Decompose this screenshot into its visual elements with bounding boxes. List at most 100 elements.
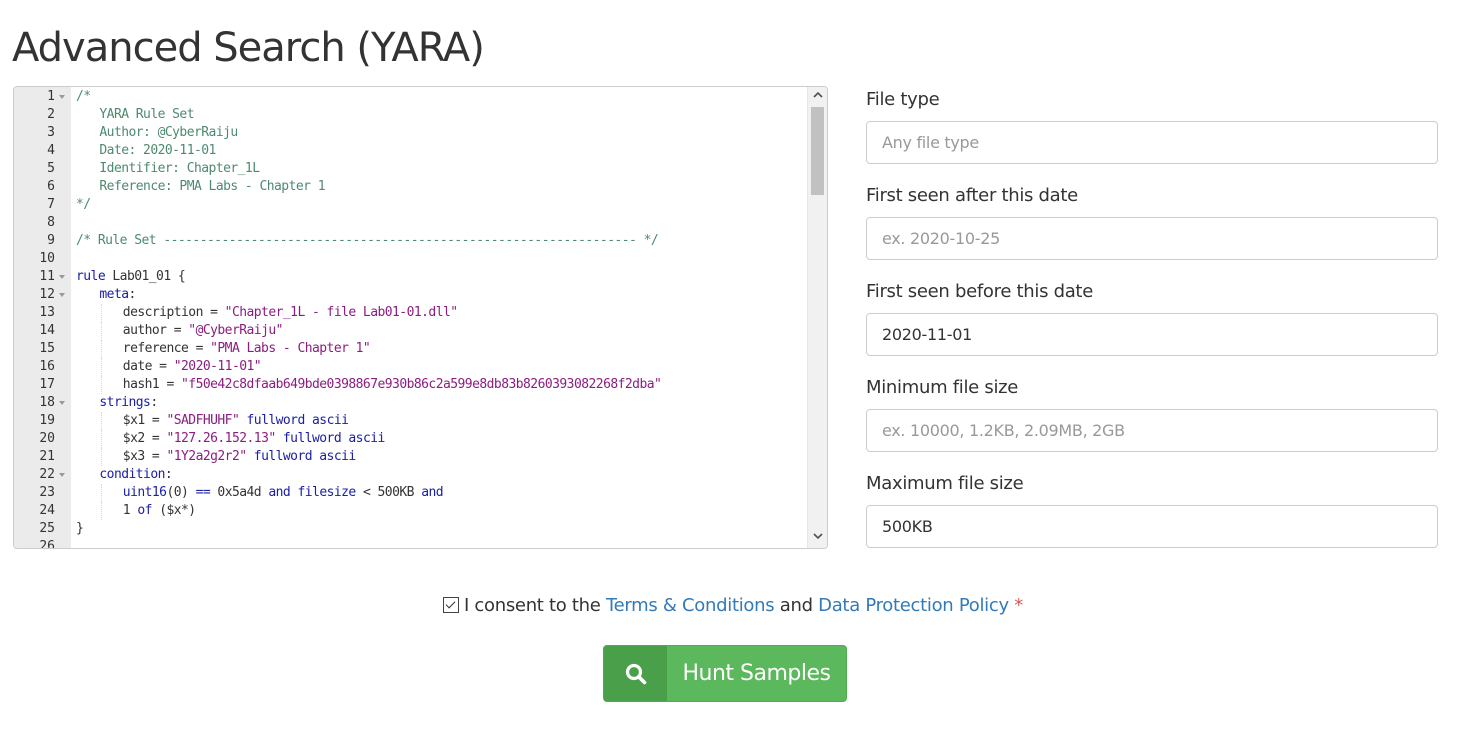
- first-seen-after-input[interactable]: [866, 217, 1438, 260]
- indent-guide: [101, 448, 103, 466]
- code-line[interactable]: 19 $x1 = "SADFHUHF" fullword ascii: [14, 412, 807, 430]
- code-token: description =: [122, 305, 225, 320]
- terms-conditions-link[interactable]: Terms & Conditions: [606, 595, 775, 616]
- fold-arrow-icon[interactable]: [59, 275, 65, 279]
- editor-lines[interactable]: 1 /* 2 YARA Rule Set 3 Author: @CyberRaiju 4 Da…: [14, 88, 807, 549]
- line-number: 2: [47, 107, 55, 122]
- code-token: and: [268, 485, 291, 500]
- scroll-thumb[interactable]: [811, 107, 824, 195]
- code-token: "SADFHUHF": [166, 413, 240, 428]
- code-line[interactable]: 1 /*: [14, 88, 807, 106]
- code-token: meta: [99, 287, 129, 302]
- code-line[interactable]: 9 /* Rule Set ---------------------------…: [14, 232, 807, 250]
- code-line[interactable]: 4 Date: 2020-11-01: [14, 142, 807, 160]
- code-line[interactable]: 10: [14, 250, 807, 268]
- code-line[interactable]: 26: [14, 538, 807, 549]
- code-line[interactable]: 15 reference = "PMA Labs - Chapter 1": [14, 340, 807, 358]
- hunt-samples-button[interactable]: Hunt Samples: [603, 645, 847, 702]
- code-line[interactable]: 7 */: [14, 196, 807, 214]
- first-seen-before-label: First seen before this date: [866, 281, 1093, 302]
- code-line[interactable]: 2 YARA Rule Set: [14, 106, 807, 124]
- code-text: 1 of ($x*): [123, 502, 196, 520]
- code-line[interactable]: 6 Reference: PMA Labs - Chapter 1: [14, 178, 807, 196]
- code-token: strings: [99, 395, 151, 410]
- line-number: 18: [39, 395, 55, 410]
- line-number: 24: [39, 503, 55, 518]
- first-seen-before-input[interactable]: [866, 313, 1438, 356]
- code-token: fullword ascii: [246, 449, 356, 464]
- code-token: reference =: [122, 341, 211, 356]
- min-file-size-input[interactable]: [866, 409, 1438, 452]
- code-token: ==: [195, 485, 211, 500]
- chevron-up-icon[interactable]: [808, 88, 827, 106]
- fold-arrow-icon[interactable]: [59, 293, 65, 297]
- code-token: :: [150, 395, 158, 410]
- max-file-size-input[interactable]: [866, 505, 1438, 548]
- code-line[interactable]: 24 1 of ($x*): [14, 502, 807, 520]
- line-number: 1: [47, 89, 55, 104]
- search-filters-form: File type First seen after this date Fir…: [866, 86, 1438, 566]
- yara-rule-editor[interactable]: 1 /* 2 YARA Rule Set 3 Author: @CyberRaiju 4 Da…: [13, 86, 828, 549]
- indent-guide: [101, 376, 103, 394]
- fold-arrow-icon[interactable]: [59, 95, 65, 99]
- code-text: date = "2020-11-01": [123, 358, 262, 376]
- code-line[interactable]: 17 hash1 = "f50e42c8dfaab649bde0398867e93…: [14, 376, 807, 394]
- code-line[interactable]: 8: [14, 214, 807, 232]
- line-number: 19: [39, 413, 55, 428]
- code-line[interactable]: 25}: [14, 520, 807, 538]
- line-number: 26: [39, 539, 55, 549]
- data-protection-policy-link[interactable]: Data Protection Policy: [818, 595, 1009, 616]
- code-token: Author: @CyberRaiju: [99, 125, 238, 140]
- consent-checkbox[interactable]: [443, 597, 459, 613]
- line-number: 14: [39, 323, 55, 338]
- code-line[interactable]: 16 date = "2020-11-01": [14, 358, 807, 376]
- file-type-input[interactable]: [866, 121, 1438, 164]
- fold-arrow-icon[interactable]: [59, 401, 65, 405]
- code-line[interactable]: 11 rule Lab01_01 {: [14, 268, 807, 286]
- code-line[interactable]: 23 uint16(0) == 0x5a4d and filesize < 500…: [14, 484, 807, 502]
- first-seen-before-field: First seen before this date: [866, 278, 1438, 374]
- max-file-size-label: Maximum file size: [866, 473, 1024, 494]
- code-token: "@CyberRaiju": [188, 323, 283, 338]
- consent-text-middle: and: [779, 595, 813, 616]
- code-token: /* Rule Set ----------------------------…: [76, 233, 659, 248]
- code-line[interactable]: 22 condition:: [14, 466, 807, 484]
- code-text: $x3 = "1Y2a2g2r2" fullword ascii: [123, 448, 356, 466]
- code-token: $x1 =: [122, 413, 167, 428]
- code-token: Reference: PMA Labs - Chapter 1: [99, 179, 325, 194]
- code-text: uint16(0) == 0x5a4d and filesize < 500KB…: [123, 484, 444, 502]
- code-line[interactable]: 12 meta:: [14, 286, 807, 304]
- code-line[interactable]: 21 $x3 = "1Y2a2g2r2" fullword ascii: [14, 448, 807, 466]
- code-token: $x3 =: [122, 449, 167, 464]
- code-token: author =: [122, 323, 189, 338]
- fold-arrow-icon[interactable]: [59, 473, 65, 477]
- code-text: Identifier: Chapter_1L: [99, 160, 260, 178]
- code-line[interactable]: 5 Identifier: Chapter_1L: [14, 160, 807, 178]
- min-file-size-field: Minimum file size: [866, 374, 1438, 470]
- line-number: 4: [47, 143, 55, 158]
- code-line[interactable]: 20 $x2 = "127.26.152.13" fullword ascii: [14, 430, 807, 448]
- line-number: 23: [39, 485, 55, 500]
- code-line[interactable]: 14 author = "@CyberRaiju": [14, 322, 807, 340]
- code-line[interactable]: 3 Author: @CyberRaiju: [14, 124, 807, 142]
- indent-guide: [101, 484, 103, 502]
- code-line[interactable]: 13 description = "Chapter_1L - file Lab01…: [14, 304, 807, 322]
- search-icon: [604, 646, 667, 701]
- editor-scrollbar[interactable]: [807, 87, 827, 548]
- code-text: condition:: [99, 466, 172, 484]
- code-token: "1Y2a2g2r2": [166, 449, 247, 464]
- chevron-down-icon[interactable]: [808, 529, 827, 547]
- code-line[interactable]: 18 strings:: [14, 394, 807, 412]
- code-text: $x2 = "127.26.152.13" fullword ascii: [123, 430, 386, 448]
- code-text: $x1 = "SADFHUHF" fullword ascii: [123, 412, 349, 430]
- code-text: Author: @CyberRaiju: [99, 124, 238, 142]
- code-text: Date: 2020-11-01: [99, 142, 216, 160]
- line-number: 6: [47, 179, 55, 194]
- line-number: 12: [39, 287, 55, 302]
- code-token: rule: [76, 269, 106, 284]
- code-text: YARA Rule Set: [99, 106, 194, 124]
- indent-guide: [101, 322, 103, 340]
- file-type-field: File type: [866, 86, 1438, 182]
- code-token: :: [128, 287, 137, 302]
- indent-guide: [101, 358, 103, 376]
